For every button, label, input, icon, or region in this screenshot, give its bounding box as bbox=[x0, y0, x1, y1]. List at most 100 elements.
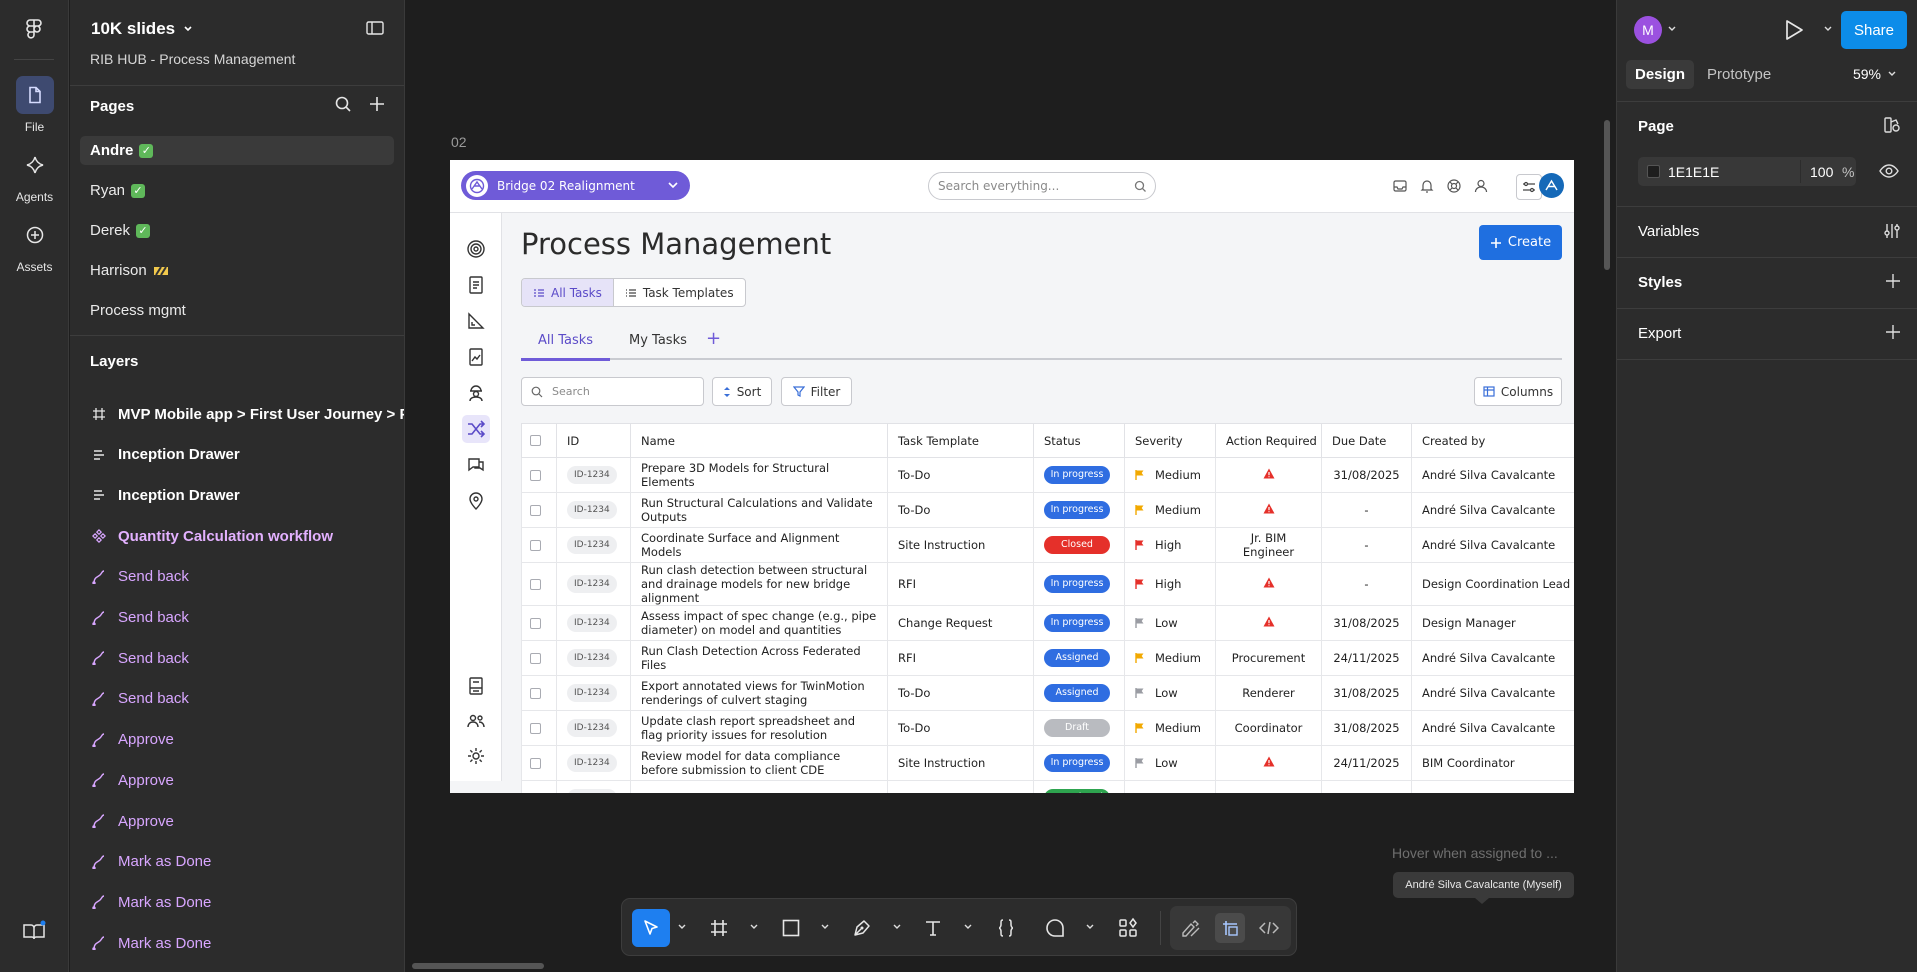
column-header-created[interactable]: Created by bbox=[1411, 423, 1574, 458]
help-lifebuoy-icon[interactable] bbox=[1446, 178, 1462, 194]
layer-item[interactable]: Approve bbox=[92, 807, 404, 835]
column-header-template[interactable]: Task Template bbox=[887, 423, 1034, 458]
fill-opacity[interactable]: 100 bbox=[1810, 164, 1833, 180]
tab-prototype[interactable]: Prototype bbox=[1698, 60, 1780, 89]
dashboard-target-icon[interactable] bbox=[462, 235, 490, 263]
table-row[interactable]: ID-1234 Coordinate Surface and Alignment … bbox=[521, 527, 1574, 563]
page-item-ryan[interactable]: Ryan ✓ bbox=[80, 176, 394, 205]
row-select-cell[interactable] bbox=[521, 562, 557, 606]
layer-item[interactable]: Send back bbox=[92, 644, 404, 672]
task-name[interactable]: Review model for data compliance before … bbox=[630, 745, 888, 781]
chevron-down-icon[interactable] bbox=[677, 923, 687, 931]
table-row[interactable]: ID-1234 Run Structural Calculations and V… bbox=[521, 492, 1574, 528]
user-icon[interactable] bbox=[1473, 178, 1489, 194]
layer-item[interactable]: Send back bbox=[92, 685, 404, 713]
frame-tool[interactable] bbox=[704, 909, 734, 947]
bell-icon[interactable] bbox=[1419, 178, 1435, 194]
layer-item[interactable]: Inception Drawer bbox=[92, 441, 404, 469]
settings-gear-icon[interactable] bbox=[462, 742, 490, 770]
column-header-action[interactable]: Action Required bbox=[1215, 423, 1322, 458]
layer-item[interactable]: Mark as Done bbox=[92, 888, 404, 916]
page-fill-input[interactable]: 1E1E1E 100 % bbox=[1638, 157, 1856, 186]
worker-icon[interactable] bbox=[462, 379, 490, 407]
columns-button[interactable]: Columns bbox=[1474, 377, 1562, 406]
chevron-down-icon[interactable] bbox=[892, 923, 902, 931]
row-select-cell[interactable] bbox=[521, 675, 557, 711]
sort-button[interactable]: Sort bbox=[712, 377, 772, 406]
rail-item-file[interactable]: File bbox=[0, 76, 69, 134]
team-icon[interactable] bbox=[462, 707, 490, 735]
pen-tool[interactable] bbox=[847, 909, 877, 947]
draw-mode-button[interactable] bbox=[1176, 913, 1206, 943]
figma-logo-icon[interactable] bbox=[22, 18, 46, 42]
list-document-icon[interactable] bbox=[462, 672, 490, 700]
row-checkbox[interactable] bbox=[530, 687, 541, 699]
row-select-cell[interactable] bbox=[521, 745, 557, 781]
comment-tool[interactable] bbox=[1040, 909, 1070, 947]
column-header-id[interactable]: ID bbox=[556, 423, 631, 458]
documents-icon[interactable] bbox=[462, 271, 490, 299]
canvas[interactable]: 02 Bridge 02 Realignment Search everythi… bbox=[405, 0, 1616, 972]
variables-heading[interactable]: Variables bbox=[1638, 223, 1699, 240]
table-row[interactable]: ID-1234 Export annotated views for TwinMo… bbox=[521, 675, 1574, 711]
create-button[interactable]: Create bbox=[1479, 225, 1562, 260]
inbox-icon[interactable] bbox=[1392, 178, 1408, 194]
task-name[interactable]: Run clash detection between structural a… bbox=[630, 562, 888, 606]
chat-icon[interactable] bbox=[462, 451, 490, 479]
task-name[interactable]: Export annotated views for TwinMotion re… bbox=[630, 675, 888, 711]
canvas-horizontal-scrollbar[interactable] bbox=[412, 963, 544, 969]
location-pin-icon[interactable] bbox=[462, 487, 490, 515]
add-style-icon[interactable] bbox=[1885, 273, 1901, 289]
task-name[interactable]: Additional Parking Spaces bbox=[630, 780, 888, 793]
canvas-vertical-scrollbar[interactable] bbox=[1604, 120, 1610, 270]
global-search-input[interactable]: Search everything... bbox=[928, 172, 1156, 200]
row-select-cell[interactable] bbox=[521, 780, 557, 793]
table-row[interactable]: ID-1234 Update clash report spreadsheet a… bbox=[521, 710, 1574, 746]
filter-button[interactable]: Filter bbox=[781, 377, 852, 406]
measure-ruler-icon[interactable] bbox=[462, 307, 490, 335]
tab-all-tasks[interactable]: All Tasks bbox=[538, 333, 593, 348]
row-checkbox[interactable] bbox=[530, 757, 541, 769]
table-row[interactable]: ID-1234 Review model for data compliance … bbox=[521, 745, 1574, 781]
row-select-cell[interactable] bbox=[521, 492, 557, 528]
row-checkbox[interactable] bbox=[530, 578, 541, 590]
tab-my-tasks[interactable]: My Tasks bbox=[629, 333, 687, 348]
chevron-down-icon[interactable] bbox=[820, 923, 830, 931]
dev-mode-button[interactable] bbox=[1254, 913, 1284, 943]
table-row[interactable]: ID-1234 Run Clash Detection Across Federa… bbox=[521, 640, 1574, 676]
view-task-templates[interactable]: Task Templates bbox=[614, 279, 745, 306]
add-export-icon[interactable] bbox=[1885, 324, 1901, 340]
rail-item-assets[interactable]: Assets bbox=[0, 216, 69, 274]
row-checkbox[interactable] bbox=[530, 617, 541, 629]
column-header-status[interactable]: Status bbox=[1033, 423, 1125, 458]
present-play-icon[interactable] bbox=[1783, 18, 1805, 42]
task-name[interactable]: Run Clash Detection Across Federated Fil… bbox=[630, 640, 888, 676]
table-row[interactable]: ID-1234 Prepare 3D Models for Structural … bbox=[521, 457, 1574, 493]
layer-item[interactable]: MVP Mobile app > First User Journey > Pr bbox=[92, 400, 404, 428]
task-name[interactable]: Coordinate Surface and Alignment Models bbox=[630, 527, 888, 563]
row-select-cell[interactable] bbox=[521, 710, 557, 746]
table-search-input[interactable]: Search bbox=[521, 377, 704, 406]
design-mode-button[interactable] bbox=[1215, 913, 1245, 943]
chevron-down-icon[interactable] bbox=[1823, 25, 1833, 33]
row-checkbox[interactable] bbox=[530, 792, 541, 793]
fill-hex[interactable]: 1E1E1E bbox=[1668, 164, 1719, 180]
layer-item[interactable]: Send back bbox=[92, 604, 404, 632]
page-item-process-mgmt[interactable]: Process mgmt bbox=[80, 296, 394, 325]
page-item-derek[interactable]: Derek ✓ bbox=[80, 216, 394, 245]
view-all-tasks[interactable]: All Tasks bbox=[522, 279, 614, 306]
variables-icon[interactable] bbox=[1883, 222, 1901, 240]
chevron-down-icon[interactable] bbox=[1667, 25, 1677, 33]
row-checkbox[interactable] bbox=[530, 539, 541, 551]
org-logo-icon[interactable] bbox=[1539, 173, 1564, 198]
column-header-due[interactable]: Due Date bbox=[1321, 423, 1412, 458]
task-name[interactable]: Assess impact of spec change (e.g., pipe… bbox=[630, 605, 888, 641]
frame-label[interactable]: 02 bbox=[451, 134, 467, 150]
row-select-cell[interactable] bbox=[521, 640, 557, 676]
row-select-cell[interactable] bbox=[521, 457, 557, 493]
table-row[interactable]: ID-1234 Assess impact of spec change (e.g… bbox=[521, 605, 1574, 641]
page-item-andre[interactable]: Andre ✓ bbox=[80, 136, 394, 165]
add-tab-icon[interactable]: + bbox=[706, 328, 721, 349]
text-tool[interactable] bbox=[918, 909, 948, 947]
rectangle-tool[interactable] bbox=[776, 909, 806, 947]
